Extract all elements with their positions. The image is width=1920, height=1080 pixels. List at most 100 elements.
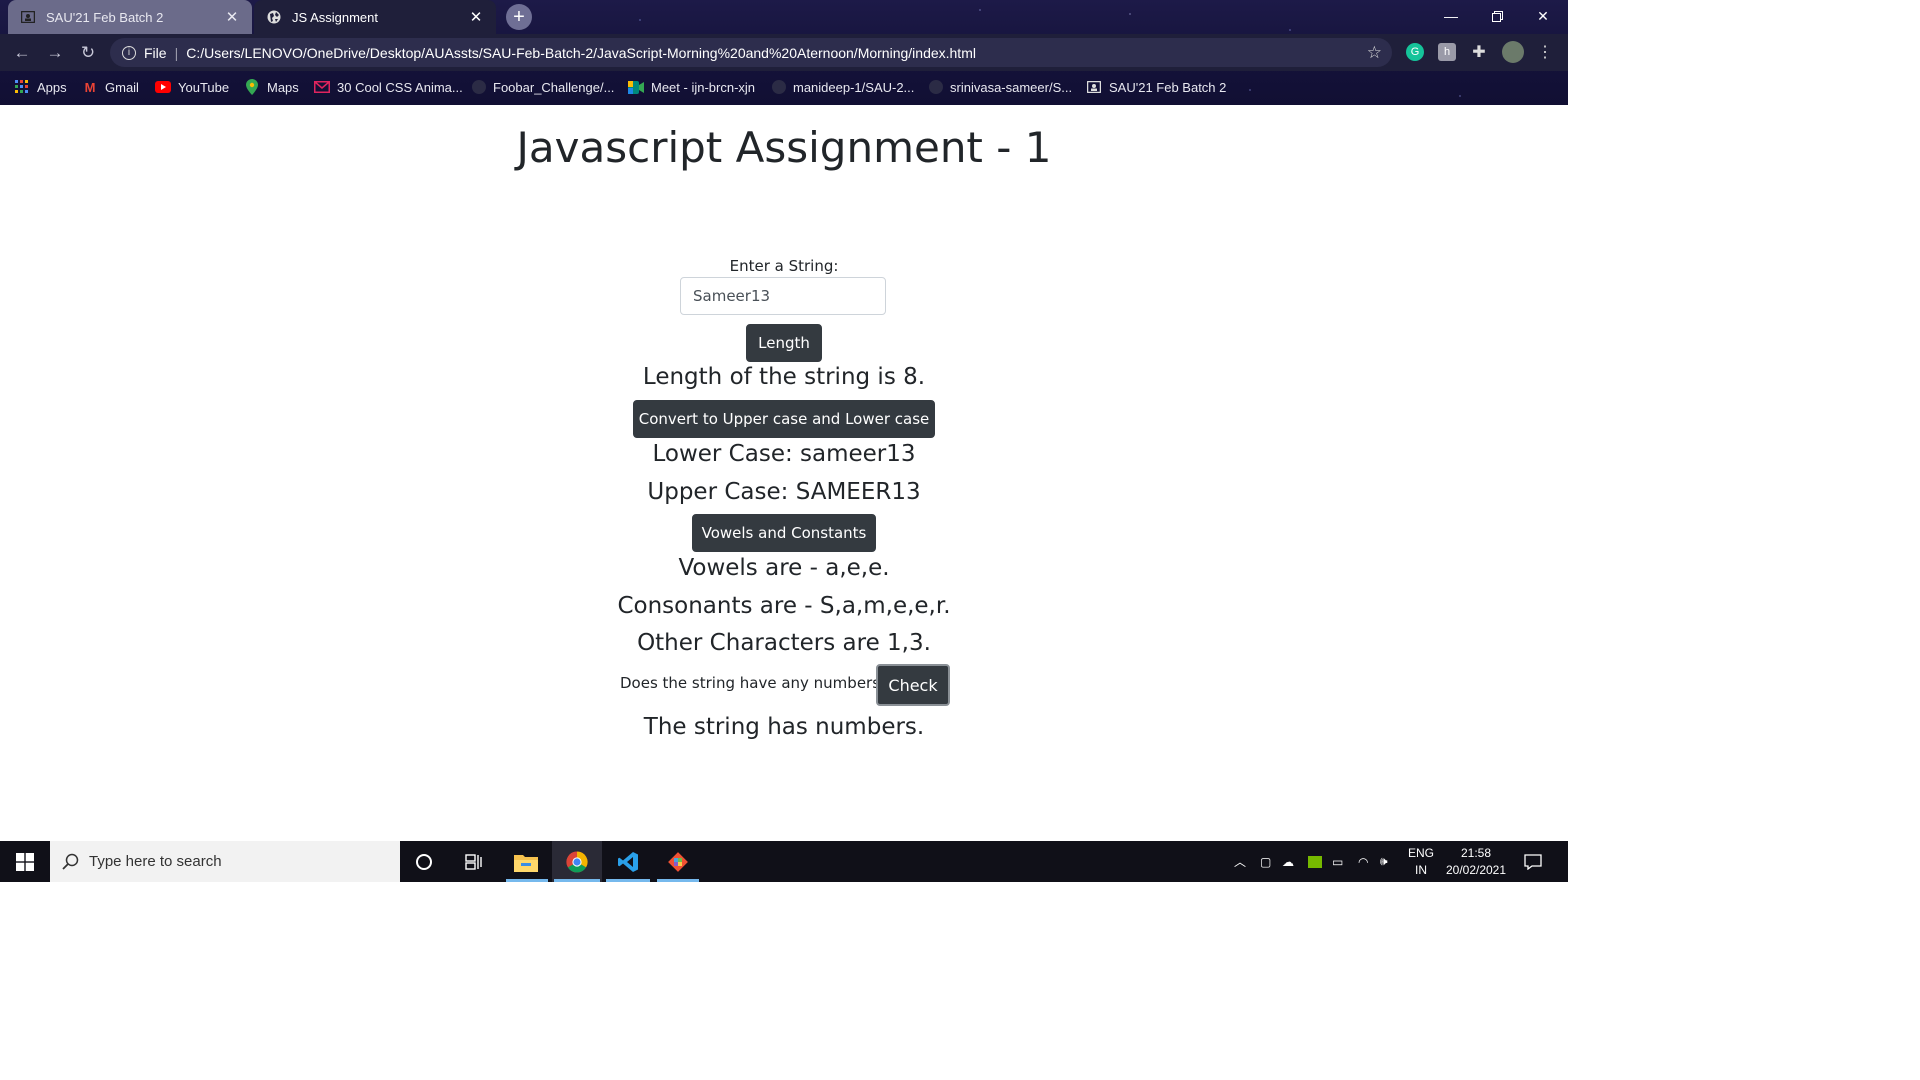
windows-taskbar: Type here to search ︿ ▢ ☁ ▭ ◠ 🕪 ENG IN 2…	[0, 841, 1568, 882]
search-icon	[62, 853, 79, 870]
clock[interactable]: 21:58 20/02/2021	[1444, 841, 1508, 882]
taskbar-search-box[interactable]: Type here to search	[50, 841, 400, 882]
extension-icon[interactable]: h	[1438, 43, 1456, 61]
menu-kebab-icon[interactable]: ⋮	[1536, 43, 1554, 61]
bookmark-meet[interactable]: Meet - ijn-brcn-xjn	[628, 77, 755, 97]
forward-icon[interactable]: →	[42, 40, 68, 66]
check-button[interactable]: Check	[876, 664, 950, 706]
address-separator: |	[174, 44, 179, 61]
github-icon	[472, 80, 486, 94]
address-bar[interactable]: i File | C:/Users/LENOVO/OneDrive/Deskto…	[110, 38, 1392, 67]
language-code: ENG	[1408, 845, 1435, 860]
bookmark-star-icon[interactable]: ☆	[1367, 43, 1382, 63]
volume-icon[interactable]: 🕪	[1380, 841, 1388, 882]
new-tab-button[interactable]: +	[506, 4, 532, 30]
bookmark-label: Gmail	[105, 79, 139, 95]
bookmark-youtube[interactable]: YouTube	[155, 77, 229, 97]
tab-sau-feb-batch[interactable]: SAU'21 Feb Batch 2 ✕	[8, 0, 252, 34]
bookmark-label: Meet - ijn-brcn-xjn	[651, 79, 756, 95]
active-indicator	[554, 879, 600, 882]
bookmark-foobar[interactable]: Foobar_Challenge/...	[472, 77, 614, 97]
onedrive-icon[interactable]: ☁	[1282, 841, 1294, 882]
windows-start-icon[interactable]	[0, 841, 50, 882]
numbers-result: The string has numbers.	[643, 714, 925, 740]
restore-icon[interactable]	[1474, 0, 1520, 32]
page-content: Javascript Assignment - 1 Enter a String…	[0, 105, 1568, 841]
grammarly-icon[interactable]: G	[1406, 43, 1424, 61]
reload-icon[interactable]: ↻	[75, 40, 101, 66]
language-indicator[interactable]: ENG IN	[1408, 841, 1434, 882]
bookmark-maps[interactable]: Maps	[244, 77, 299, 97]
window-close-icon[interactable]: ✕	[1520, 0, 1566, 32]
bookmark-apps[interactable]: Apps	[14, 77, 67, 97]
avatar[interactable]	[1502, 41, 1524, 63]
cortana-icon[interactable]	[402, 841, 446, 882]
address-scheme: File	[144, 44, 167, 61]
classroom-icon	[1086, 79, 1102, 95]
browser-toolbar: ← → ↻ i File | C:/Users/LENOVO/OneDrive/…	[0, 34, 1568, 71]
page-title: Javascript Assignment - 1	[516, 123, 1052, 172]
classroom-icon	[20, 9, 36, 25]
bookmark-label: Maps	[267, 79, 299, 95]
length-button[interactable]: Length	[746, 324, 822, 362]
string-input[interactable]	[680, 277, 886, 315]
bookmark-label: srinivasa-sameer/S...	[950, 79, 1073, 95]
info-icon[interactable]: i	[122, 45, 136, 60]
task-view-icon[interactable]	[452, 841, 496, 882]
chrome-taskbar-icon[interactable]	[552, 841, 602, 882]
apps-grid-icon	[14, 79, 30, 95]
close-icon[interactable]: ✕	[224, 9, 240, 26]
wifi-icon[interactable]: ◠	[1358, 841, 1368, 882]
region-code: IN	[1415, 862, 1427, 877]
git-icon[interactable]	[655, 841, 701, 882]
battery-icon[interactable]: ▭	[1332, 841, 1343, 882]
back-icon[interactable]: ←	[9, 40, 35, 66]
address-url[interactable]: C:/Users/LENOVO/OneDrive/Desktop/AUAssts…	[186, 45, 976, 61]
convert-case-button[interactable]: Convert to Upper case and Lower case	[633, 400, 935, 438]
clock-date: 20/02/2021	[1445, 862, 1507, 877]
close-icon[interactable]: ✕	[468, 9, 484, 26]
meet-now-icon[interactable]: ▢	[1260, 841, 1271, 882]
bookmark-sau-feb-batch[interactable]: SAU'21 Feb Batch 2	[1086, 77, 1226, 97]
other-characters-result: Other Characters are 1,3.	[637, 630, 931, 656]
github-icon	[772, 80, 786, 94]
length-result: Length of the string is 8.	[642, 364, 926, 390]
vowels-consonants-button[interactable]: Vowels and Constants	[692, 514, 876, 552]
minimize-icon[interactable]: —	[1428, 0, 1474, 32]
vscode-icon[interactable]	[604, 841, 652, 882]
bookmark-label: Apps	[37, 79, 67, 95]
tab-title: JS Assignment	[292, 9, 378, 25]
bookmark-label: Foobar_Challenge/...	[493, 79, 615, 95]
nvidia-icon[interactable]	[1308, 841, 1322, 882]
globe-icon	[266, 9, 282, 25]
bookmark-manideep[interactable]: manideep-1/SAU-2...	[772, 77, 914, 97]
bookmark-gmail[interactable]: M Gmail	[82, 77, 139, 97]
bookmark-label: manideep-1/SAU-2...	[793, 79, 915, 95]
upper-case-result: Upper Case: SAMEER13	[647, 479, 921, 505]
mail-icon	[314, 79, 330, 95]
search-placeholder: Type here to search	[89, 853, 222, 870]
tab-title: SAU'21 Feb Batch 2	[46, 9, 164, 25]
bookmark-srinivasa[interactable]: srinivasa-sameer/S...	[929, 77, 1072, 97]
notifications-icon[interactable]	[1524, 841, 1542, 882]
tray-chevron-icon[interactable]: ︿	[1234, 841, 1246, 882]
clock-time: 21:58	[1460, 845, 1492, 860]
bookmark-label: SAU'21 Feb Batch 2	[1109, 79, 1227, 95]
active-indicator	[657, 879, 699, 882]
puzzle-icon[interactable]: ✚	[1470, 43, 1488, 61]
vowels-result: Vowels are - a,e,e.	[678, 555, 890, 581]
tab-strip: SAU'21 Feb Batch 2 ✕ JS Assignment ✕ + —…	[0, 0, 1568, 34]
bookmark-label: 30 Cool CSS Anima...	[337, 79, 463, 95]
meet-icon	[628, 79, 644, 95]
lower-case-result: Lower Case: sameer13	[652, 441, 916, 467]
active-indicator	[506, 879, 548, 882]
numbers-question: Does the string have any numbers?	[620, 674, 888, 692]
bookmark-label: YouTube	[178, 79, 230, 95]
browser-chrome: SAU'21 Feb Batch 2 ✕ JS Assignment ✕ + —…	[0, 0, 1568, 105]
tab-js-assignment[interactable]: JS Assignment ✕	[254, 0, 496, 34]
file-explorer-icon[interactable]	[504, 841, 548, 882]
active-indicator	[606, 879, 650, 882]
youtube-icon	[155, 79, 171, 95]
gmail-icon: M	[84, 79, 96, 95]
bookmark-css-animations[interactable]: 30 Cool CSS Anima...	[314, 77, 463, 97]
